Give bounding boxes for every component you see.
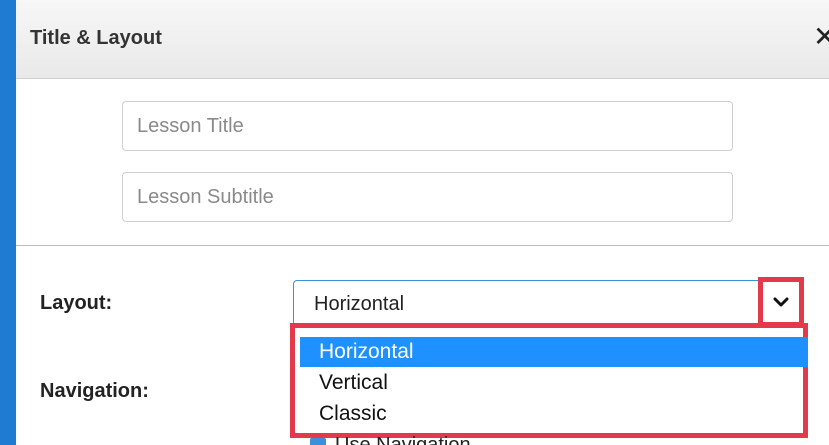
chevron-down-icon <box>773 297 789 307</box>
lesson-subtitle-input[interactable] <box>122 172 733 222</box>
layout-option-horizontal[interactable]: Horizontal <box>300 337 808 367</box>
navigation-label: Navigation: <box>40 380 149 402</box>
layout-select[interactable]: Horizontal <box>293 280 758 326</box>
layout-select-value: Horizontal <box>314 293 405 315</box>
layout-option-classic[interactable]: Classic <box>300 399 808 429</box>
layout-option-vertical[interactable]: Vertical <box>300 368 808 398</box>
layout-dropdown-toggle[interactable] <box>758 277 804 327</box>
layout-options-highlight: Horizontal Vertical Classic <box>290 323 808 438</box>
section-divider <box>16 245 829 246</box>
dialog-titlebar: Title & Layout ✕ <box>16 0 829 79</box>
dialog-title: Title & Layout <box>30 27 162 49</box>
title-layout-dialog: Title & Layout ✕ Layout: Horizontal Hori… <box>16 0 829 445</box>
window-frame-edge <box>0 0 16 445</box>
layout-label: Layout: <box>40 292 113 314</box>
navigation-checkbox[interactable] <box>310 438 326 445</box>
navigation-option-label: Use Navigation <box>335 434 471 445</box>
app-stage: Title & Layout ✕ Layout: Horizontal Hori… <box>0 0 829 445</box>
lesson-title-input[interactable] <box>122 101 733 151</box>
close-icon[interactable]: ✕ <box>813 23 829 51</box>
layout-options-list: Horizontal Vertical Classic <box>300 333 808 427</box>
